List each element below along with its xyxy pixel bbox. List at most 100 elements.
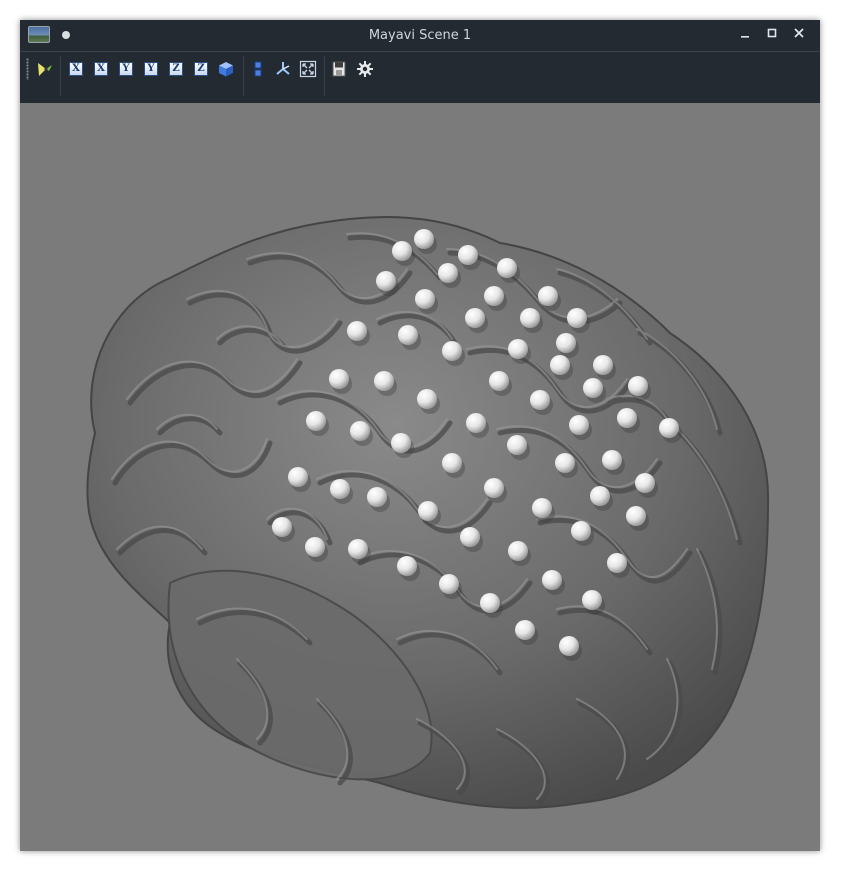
- electrode-sphere: [590, 486, 610, 506]
- electrode-sphere: [626, 506, 646, 526]
- electrode-sphere: [460, 527, 480, 547]
- configure-scene-button[interactable]: [356, 60, 374, 78]
- y-axis-label: Y: [119, 62, 133, 76]
- electrode-sphere: [398, 325, 418, 345]
- electrode-sphere: [635, 473, 655, 493]
- 3d-scene-viewport[interactable]: [20, 103, 820, 851]
- electrode-sphere: [497, 258, 517, 278]
- electrode-sphere: [532, 498, 552, 518]
- brain-render-canvas: [86, 216, 770, 809]
- y-axis-label: Y: [144, 62, 158, 76]
- electrode-sphere: [415, 289, 435, 309]
- parallel-projection-button[interactable]: [249, 60, 267, 78]
- axes-icon: [276, 62, 290, 75]
- view-x-positive-button[interactable]: X: [67, 60, 85, 78]
- title-bar[interactable]: Mayavi Scene 1: [20, 20, 820, 52]
- electrode-sphere: [559, 636, 579, 656]
- electrode-sphere: [550, 355, 570, 375]
- minimize-icon: [741, 36, 749, 38]
- electrode-sphere: [571, 521, 591, 541]
- electrode-sphere: [542, 570, 562, 590]
- electrode-sphere: [659, 418, 679, 438]
- full-screen-button[interactable]: [299, 60, 317, 78]
- electrode-sphere: [397, 556, 417, 576]
- scene-toolbar: X X Y Y Z Z: [20, 52, 820, 103]
- electrode-sphere: [418, 501, 438, 521]
- electrode-sphere: [391, 433, 411, 453]
- mayavi-pipeline-button[interactable]: [36, 60, 54, 78]
- electrode-sphere: [628, 376, 648, 396]
- close-button[interactable]: [790, 26, 808, 44]
- electrode-sphere: [556, 333, 576, 353]
- electrode-sphere: [347, 321, 367, 341]
- mayavi-pipeline-icon: [38, 63, 52, 76]
- toggle-axes-button[interactable]: [274, 60, 292, 78]
- electrode-sphere: [374, 371, 394, 391]
- view-z-negative-button[interactable]: Z: [192, 60, 210, 78]
- electrode-sphere: [442, 453, 462, 473]
- z-axis-label: Z: [194, 62, 208, 76]
- toolbar-separator: [60, 56, 61, 96]
- electrode-sphere: [583, 378, 603, 398]
- z-axis-label: Z: [169, 62, 183, 76]
- gear-icon: [357, 61, 373, 77]
- electrode-sphere: [465, 308, 485, 328]
- electrode-sphere: [617, 408, 637, 428]
- maximize-button[interactable]: [763, 26, 781, 44]
- electrode-sphere: [306, 411, 326, 431]
- projection-icon: [254, 61, 262, 77]
- x-axis-label: X: [94, 62, 108, 76]
- electrode-sphere: [330, 479, 350, 499]
- electrode-sphere: [348, 539, 368, 559]
- minimize-button[interactable]: [736, 26, 754, 44]
- toolbar-separator: [324, 56, 325, 96]
- electrode-sphere: [507, 435, 527, 455]
- fullscreen-icon: [299, 60, 317, 78]
- save-icon: [332, 61, 346, 77]
- electrode-sphere: [530, 390, 550, 410]
- electrode-sphere: [484, 478, 504, 498]
- view-x-negative-button[interactable]: X: [92, 60, 110, 78]
- electrode-sphere: [569, 415, 589, 435]
- save-scene-button[interactable]: [330, 60, 348, 78]
- toolbar-separator: [243, 56, 244, 96]
- electrode-sphere: [414, 229, 434, 249]
- electrode-sphere: [288, 467, 308, 487]
- view-y-positive-button[interactable]: Y: [117, 60, 135, 78]
- electrode-sphere: [582, 590, 602, 610]
- electrode-sphere: [555, 453, 575, 473]
- electrode-sphere: [602, 450, 622, 470]
- electrode-sphere: [305, 537, 325, 557]
- view-y-negative-button[interactable]: Y: [142, 60, 160, 78]
- electrode-sphere: [520, 308, 540, 328]
- electrode-sphere: [350, 421, 370, 441]
- electrode-sphere: [515, 620, 535, 640]
- electrode-sphere: [593, 355, 613, 375]
- electrode-sphere: [442, 341, 462, 361]
- cube-icon: [219, 62, 233, 77]
- electrode-sphere: [607, 553, 627, 573]
- view-z-positive-button[interactable]: Z: [167, 60, 185, 78]
- close-icon: [794, 28, 804, 38]
- electrode-sphere: [329, 369, 349, 389]
- electrode-sphere: [489, 371, 509, 391]
- toolbar-grip-handle[interactable]: [26, 58, 29, 80]
- electrode-sphere: [484, 286, 504, 306]
- isometric-view-button[interactable]: [217, 60, 235, 78]
- maximize-icon: [767, 28, 777, 38]
- electrode-sphere: [272, 517, 292, 537]
- electrode-sphere: [438, 263, 458, 283]
- mayavi-window: Mayavi Scene 1 X X Y Y Z Z: [20, 20, 820, 851]
- electrode-sphere: [458, 245, 478, 265]
- electrode-sphere: [480, 593, 500, 613]
- electrode-sphere: [508, 541, 528, 561]
- electrode-sphere: [417, 389, 437, 409]
- electrode-sphere: [376, 271, 396, 291]
- window-title: Mayavi Scene 1: [368, 28, 472, 43]
- electrode-sphere: [508, 339, 528, 359]
- x-axis-label: X: [69, 62, 83, 76]
- electrode-sphere: [439, 574, 459, 594]
- electrode-sphere: [538, 286, 558, 306]
- electrode-sphere: [466, 413, 486, 433]
- electrode-sphere: [367, 487, 387, 507]
